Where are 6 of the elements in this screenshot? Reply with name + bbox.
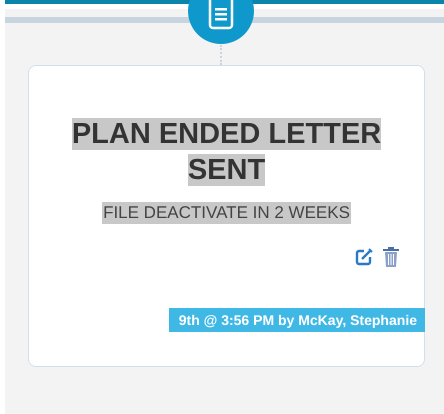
event-title: PLAN ENDED LETTER SENT <box>70 117 382 188</box>
trash-icon[interactable] <box>382 246 400 268</box>
timestamp-label: 9th @ 3:56 PM by McKay, Stephanie <box>168 308 425 332</box>
document-icon <box>208 0 234 30</box>
event-subtitle: FILE DEACTIVATE IN 2 WEEKS <box>102 202 351 224</box>
edit-icon[interactable] <box>354 247 374 267</box>
